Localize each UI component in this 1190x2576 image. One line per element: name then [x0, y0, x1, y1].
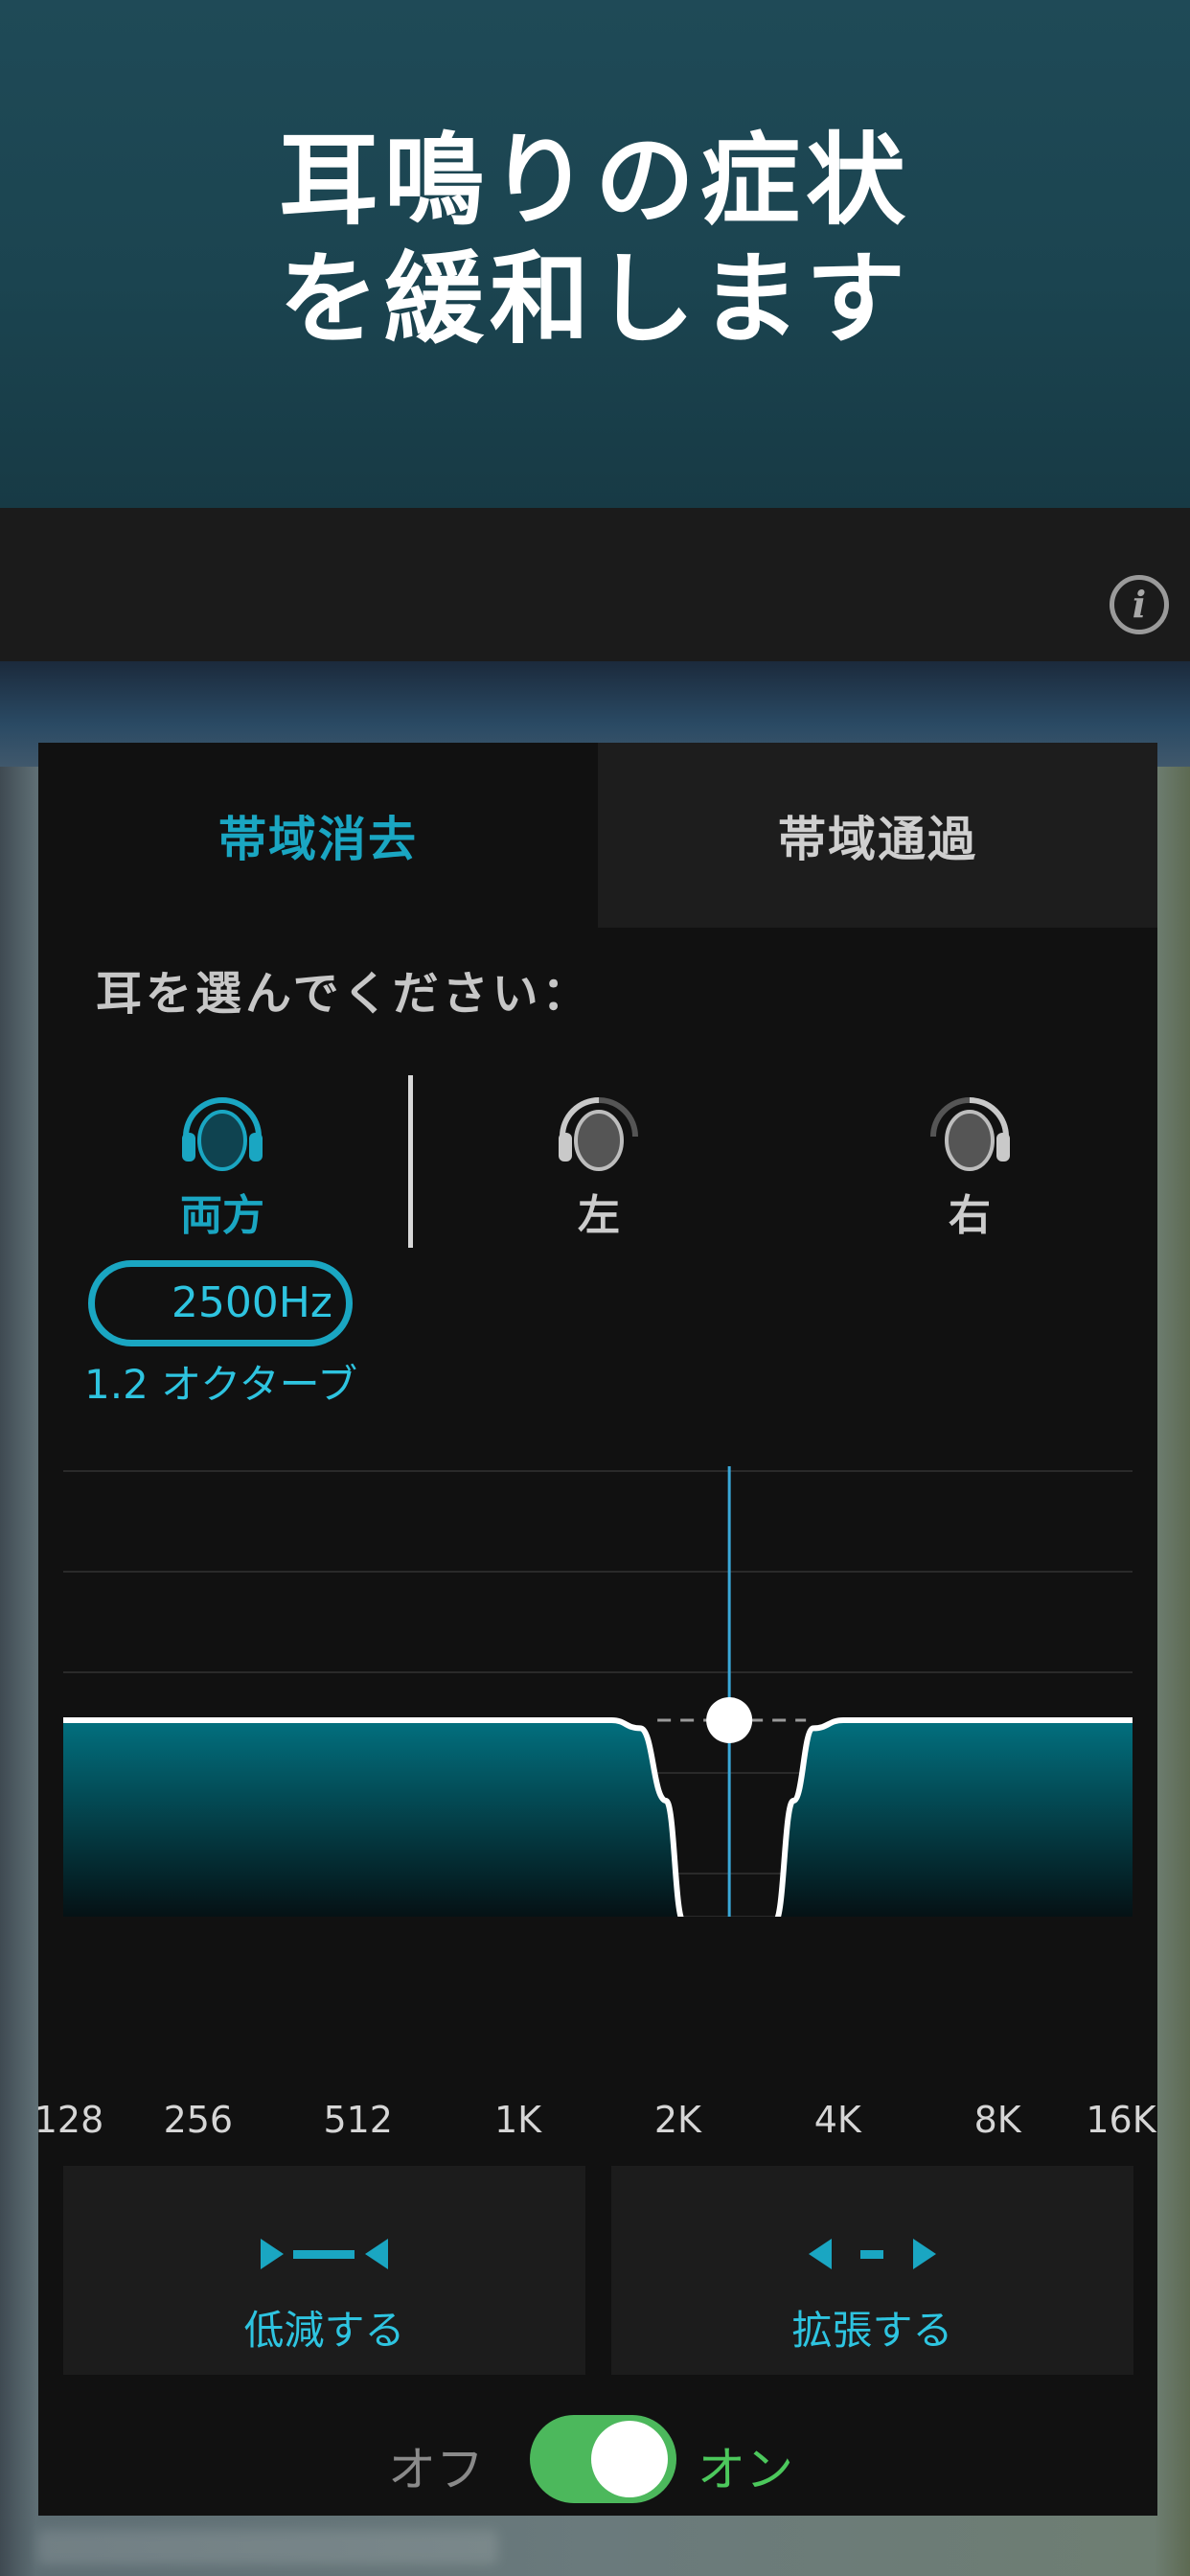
toggle-on-label: オン — [698, 2442, 793, 2497]
frequency-tick-label: 16K — [1086, 2099, 1156, 2141]
ear-option-left[interactable]: 左 — [503, 1083, 695, 1240]
headphones-icon — [182, 1097, 263, 1171]
filter-panel: 帯域消去 帯域通過 耳を選んでください： 両方 左 右 2500Hz 1.2 オ… — [34, 743, 1157, 2516]
expand-width-label: 拡張する — [791, 2307, 953, 2354]
ear-option-both[interactable]: 両方 — [126, 1083, 318, 1240]
app-bar: i — [0, 508, 1190, 661]
frequency-tick-label: 128 — [34, 2099, 104, 2141]
reduce-width-label: 低減する — [243, 2307, 405, 2354]
head-left-icon — [559, 1097, 638, 1171]
head-right-icon — [930, 1097, 1010, 1171]
frequency-input[interactable]: 2500Hz — [88, 1260, 353, 1346]
frequency-tick-label: 512 — [323, 2099, 393, 2141]
ear-option-label: 左 — [578, 1191, 620, 1240]
hero-title-line-1: 耳鳴りの症状 — [278, 122, 911, 239]
frequency-tick-label: 1K — [494, 2099, 542, 2141]
ear-option-label: 両方 — [180, 1191, 264, 1240]
hero-title: 耳鳴りの症状 を緩和します — [279, 121, 911, 358]
tab-band-pass[interactable]: 帯域通過 — [598, 743, 1157, 928]
hero-banner: 耳鳴りの症状 を緩和します — [0, 0, 1190, 508]
ear-select-prompt: 耳を選んでください： — [96, 967, 592, 1021]
ear-option-right[interactable]: 右 — [874, 1083, 1065, 1240]
center-frequency-handle[interactable] — [706, 1697, 753, 1743]
info-icon[interactable]: i — [1110, 575, 1169, 634]
tab-band-stop[interactable]: 帯域消去 — [38, 743, 598, 928]
background-blur-text — [38, 2530, 498, 2564]
frequency-tick-label: 8K — [973, 2099, 1021, 2141]
frequency-tick-label: 4K — [813, 2099, 861, 2141]
frequency-tick-label: 2K — [653, 2099, 701, 2141]
narrow-arrows-icon — [261, 2239, 388, 2269]
power-toggle[interactable] — [530, 2415, 676, 2503]
ear-option-label: 右 — [949, 1191, 991, 1240]
widen-arrows-icon — [809, 2239, 936, 2269]
frequency-tick-label: 256 — [163, 2099, 234, 2141]
toggle-knob — [591, 2421, 668, 2497]
bandwidth-octave-label: 1.2 オクターブ — [84, 1361, 358, 1408]
toggle-off-label: オフ — [388, 2442, 484, 2497]
ear-divider — [408, 1075, 413, 1248]
filter-type-tabs: 帯域消去 帯域通過 — [38, 743, 1157, 928]
frequency-response-chart[interactable] — [38, 1466, 1157, 1917]
expand-width-button[interactable]: 拡張する — [611, 2166, 1133, 2375]
hero-title-line-2: を緩和します — [278, 241, 911, 357]
response-area-fill — [63, 1720, 1133, 1917]
reduce-width-button[interactable]: 低減する — [63, 2166, 585, 2375]
